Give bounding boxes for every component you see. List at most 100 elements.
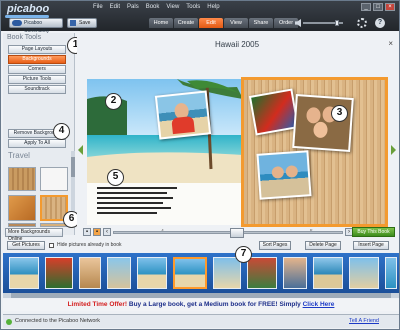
photo-frame[interactable] [154, 90, 212, 140]
callout-badge-7: 7 [235, 246, 252, 263]
page-scroll-knob[interactable] [230, 228, 244, 238]
promo-offer: Limited Time Offer! [67, 301, 128, 308]
photo-kids-beach [258, 152, 310, 198]
scrollbar-thumb[interactable] [71, 157, 75, 177]
close-window-icon[interactable]: × [385, 3, 395, 11]
menu-file[interactable]: File [93, 4, 103, 10]
window-controls: _ □ × [361, 3, 395, 11]
previous-page-arrow[interactable] [78, 145, 83, 155]
thumbnail[interactable] [313, 257, 343, 289]
thumbnail[interactable] [79, 257, 101, 289]
promo-banner: Limited Time Offer! Buy a Large book, ge… [3, 299, 399, 311]
status-bar: Connected to the Picaboo Network Tell A … [3, 314, 399, 328]
menu-book[interactable]: Book [146, 4, 160, 10]
buy-this-book-button[interactable]: Buy This Book [352, 227, 395, 237]
apply-to-all-button[interactable]: Apply To All [8, 139, 66, 148]
background-swatch[interactable] [8, 195, 36, 221]
page-layouts-button[interactable]: Page Layouts [8, 45, 66, 54]
minimize-icon[interactable]: _ [361, 3, 371, 11]
book-tools-title: Book Tools [7, 34, 42, 41]
menu-tools[interactable]: Tools [186, 4, 200, 10]
right-page-selected[interactable] [241, 77, 388, 227]
settings-icon[interactable] [357, 18, 367, 28]
community-icon [12, 20, 22, 26]
thumbnail[interactable] [107, 257, 131, 289]
menu-view[interactable]: View [166, 4, 179, 10]
help-icon[interactable]: ? [375, 18, 385, 28]
thumbnail[interactable] [45, 257, 73, 289]
thumbnail[interactable] [349, 257, 379, 289]
scroll-left-button[interactable]: ‹ [103, 228, 111, 236]
background-category-label: Travel [8, 151, 30, 160]
filmstrip-scroll-thumb[interactable] [11, 293, 391, 298]
thumbnail[interactable] [283, 257, 307, 289]
thumbnail[interactable] [385, 257, 397, 289]
menu-edit[interactable]: Edit [110, 4, 120, 10]
tab-home[interactable]: Home [149, 18, 173, 28]
connection-status-text: Connected to the Picaboo Network [15, 318, 100, 324]
corners-button[interactable]: Corners [8, 65, 66, 74]
tab-share[interactable]: Share [249, 18, 273, 28]
get-pictures-button[interactable]: Get Pictures [7, 241, 45, 250]
tab-view[interactable]: View [224, 18, 248, 28]
title-bar: picaboo File Edit Pals Book View Tools H… [1, 1, 399, 34]
filmstrip-scrollbar[interactable] [3, 293, 399, 298]
background-swatch[interactable] [40, 167, 68, 191]
thumbnail[interactable] [9, 257, 39, 289]
tab-order[interactable]: Order [274, 18, 298, 28]
picture-tools-button[interactable]: Picture Tools [8, 75, 66, 84]
community-button-label: Picaboo Community [24, 20, 50, 34]
next-page-arrow[interactable] [391, 145, 396, 155]
photo-boy-beach [157, 92, 209, 138]
hide-pictures-checkbox[interactable] [49, 243, 54, 248]
hide-pictures-label: Hide pictures already in book [57, 242, 122, 248]
spread-view-button[interactable]: ▪ [93, 228, 101, 236]
menu-pals[interactable]: Pals [127, 4, 139, 10]
promo-text: Buy a Large book, get a Medium book for … [128, 301, 301, 308]
soundtrack-button[interactable]: Soundtrack [8, 85, 66, 94]
page-scroll-track[interactable] [113, 228, 343, 238]
delete-page-button[interactable]: Delete Page [305, 241, 341, 250]
sort-pages-button[interactable]: Sort Pages [259, 241, 291, 250]
callout-badge-3: 3 [331, 105, 348, 122]
close-editor-icon[interactable]: × [388, 39, 393, 48]
thumbnail[interactable] [137, 257, 167, 289]
volume-slider[interactable] [295, 19, 343, 27]
book-editor: Hawaii 2005 × [77, 33, 397, 237]
backgrounds-button[interactable]: Backgrounds [8, 55, 66, 64]
photo-frame[interactable] [248, 88, 300, 136]
photo-frame[interactable] [256, 150, 312, 200]
callout-badge-2: 2 [105, 93, 122, 110]
callout-badge-5: 5 [107, 169, 124, 186]
thumbnail-image [175, 259, 205, 287]
background-swatch[interactable] [8, 223, 36, 227]
main-tabs: Home Create Edit View Share Order [149, 18, 298, 28]
disk-icon [70, 20, 76, 26]
app-logo: picaboo [7, 3, 50, 15]
more-backgrounds-button[interactable]: More Backgrounds Online [5, 228, 63, 242]
thumbnail[interactable] [247, 257, 277, 289]
promo-link[interactable]: Click Here [303, 301, 335, 308]
menu-bar: File Edit Pals Book View Tools Help [93, 4, 220, 10]
insert-page-button[interactable]: Insert Page [353, 241, 389, 250]
community-button[interactable]: Picaboo Community [9, 18, 63, 34]
thumbnail-selected[interactable] [173, 257, 207, 289]
volume-knob[interactable] [335, 20, 340, 26]
page-zoom-bar: ▪ ▪ ‹ › Buy This Book [83, 227, 397, 239]
callout-badge-4: 4 [53, 123, 70, 140]
save-button[interactable]: Save [67, 18, 97, 28]
picture-filmstrip [3, 253, 399, 293]
background-swatch[interactable] [8, 167, 36, 191]
photo-parrot [251, 90, 297, 134]
photo-frame[interactable] [292, 94, 354, 152]
picture-strip-toolbar: Get Pictures Hide pictures already in bo… [3, 241, 399, 251]
thumbnail[interactable] [213, 257, 241, 289]
connection-status-icon [6, 319, 12, 325]
single-page-view-button[interactable]: ▪ [83, 228, 91, 236]
tab-create[interactable]: Create [174, 18, 198, 28]
tell-a-friend-link[interactable]: Tell A Friend [349, 315, 379, 328]
maximize-icon[interactable]: □ [373, 3, 383, 11]
menu-help[interactable]: Help [207, 4, 219, 10]
tab-edit[interactable]: Edit [199, 18, 223, 28]
save-button-label: Save [79, 20, 91, 26]
